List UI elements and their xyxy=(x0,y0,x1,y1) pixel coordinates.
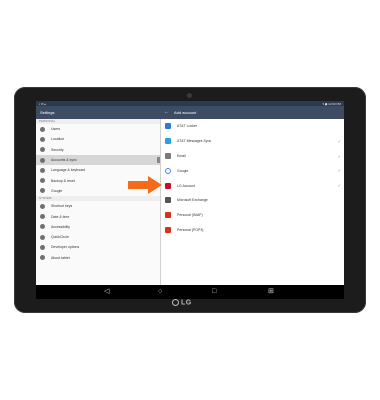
sync-check-icon: ✓ xyxy=(337,153,341,159)
settings-item-label: About tablet xyxy=(51,255,70,260)
settings-item[interactable]: Accessibility xyxy=(36,222,160,232)
account-type-item[interactable]: LG Account ✓ xyxy=(161,178,344,193)
settings-item-icon xyxy=(40,244,45,250)
orange-pointer-arrow-icon xyxy=(128,176,162,194)
lg-logo-icon xyxy=(165,182,171,189)
settings-item-icon xyxy=(40,157,45,163)
cloud-icon xyxy=(165,123,171,130)
account-type-label: Personal (POP3) xyxy=(177,227,204,232)
settings-item[interactable]: About tablet xyxy=(36,253,160,263)
settings-item-icon xyxy=(40,136,45,142)
settings-item-icon xyxy=(40,178,45,184)
back-arrow-icon[interactable]: ← xyxy=(164,109,169,115)
settings-item-icon xyxy=(40,234,45,240)
settings-item-label: Shortcut keys xyxy=(51,204,73,209)
settings-item-label: Location xyxy=(51,137,65,142)
settings-item[interactable]: QuickCircle xyxy=(36,232,160,242)
settings-item-label: Accessibility xyxy=(51,224,71,229)
account-type-label: Personal (IMAP) xyxy=(177,213,203,218)
account-type-list: AT&T Locker AT&T Messages Sync ✓ Email ✓ Goog… xyxy=(161,119,344,285)
settings-item[interactable]: Security xyxy=(36,145,160,155)
settings-item-icon xyxy=(40,167,45,173)
account-type-label: Email xyxy=(177,153,186,158)
nav-back-icon[interactable]: ◁ xyxy=(104,287,109,297)
account-type-label: AT&T Messages Sync xyxy=(177,139,212,144)
settings-item[interactable]: Date & time xyxy=(36,211,160,221)
nav-recent-icon[interactable]: □ xyxy=(212,287,216,297)
status-clock: ▾ ◼ 12:00 PM xyxy=(322,101,341,106)
exchange-icon xyxy=(165,197,171,204)
settings-item-label: Users xyxy=(51,127,61,132)
sync-check-icon: ✓ xyxy=(337,183,341,189)
account-type-item[interactable]: Personal (POP3) xyxy=(161,223,344,238)
account-type-label: Microsoft Exchange xyxy=(177,198,208,203)
settings-item[interactable]: Language & keyboard xyxy=(36,165,160,175)
settings-menu: PERSONAL Users Location Security Accounts & … xyxy=(36,119,160,285)
account-type-label: AT&T Locker xyxy=(177,124,198,129)
settings-title: Settings xyxy=(40,110,55,115)
settings-item-label: Security xyxy=(51,147,64,152)
add-account-header: ← Add account xyxy=(160,106,344,119)
nav-extra-icon[interactable]: ⊞ xyxy=(268,287,274,297)
email-icon xyxy=(165,152,171,159)
settings-item-icon xyxy=(40,188,45,194)
tablet-screen: ▪ ✉ ▴ ▾ ◼ 12:00 PM Settings ← Add accoun… xyxy=(36,101,344,299)
settings-item-label: Language & keyboard xyxy=(51,168,86,173)
sync-check-icon: ✓ xyxy=(337,138,341,144)
settings-item-icon xyxy=(40,224,45,230)
brand-text: LG xyxy=(181,299,192,307)
account-type-item[interactable]: Microsoft Exchange xyxy=(161,193,344,208)
account-type-item[interactable]: AT&T Messages Sync ✓ xyxy=(161,134,344,149)
settings-item-label: Accounts & sync xyxy=(51,158,77,163)
settings-item[interactable]: Users xyxy=(36,124,160,134)
account-type-item[interactable]: Google ✓ xyxy=(161,163,344,178)
settings-item-icon xyxy=(40,214,45,220)
gmail-icon xyxy=(165,226,171,233)
add-account-title: Add account xyxy=(174,110,197,115)
status-icons-left: ▪ ✉ ▴ xyxy=(39,101,46,106)
settings-header: Settings xyxy=(36,106,160,119)
settings-item-label: Developer options xyxy=(51,245,80,250)
settings-item[interactable]: Location xyxy=(36,134,160,144)
account-type-item[interactable]: Email ✓ xyxy=(161,149,344,164)
settings-item-icon xyxy=(40,255,45,261)
google-icon xyxy=(165,167,171,174)
settings-item-label: QuickCircle xyxy=(51,235,69,240)
lg-brand-logo: LG xyxy=(172,299,192,306)
lg-circle-icon xyxy=(172,299,179,306)
settings-item-icon xyxy=(40,203,45,209)
settings-item[interactable]: Developer options xyxy=(36,242,160,252)
settings-item-label: Date & time xyxy=(51,214,70,219)
account-type-label: Google xyxy=(177,168,189,173)
settings-item[interactable]: Shortcut keys xyxy=(36,201,160,211)
sync-check-icon: ✓ xyxy=(337,168,341,174)
gmail-icon xyxy=(165,212,171,219)
settings-item-label: Google xyxy=(51,188,63,193)
settings-item-icon xyxy=(40,147,45,153)
settings-item-label: Backup & reset xyxy=(51,178,75,183)
settings-item-icon xyxy=(40,126,45,132)
account-type-item[interactable]: Personal (IMAP) xyxy=(161,208,344,223)
nav-home-icon[interactable]: ○ xyxy=(158,287,162,297)
front-camera xyxy=(187,93,192,98)
account-type-label: LG Account xyxy=(177,183,196,188)
navigation-bar: ◁ ○ □ ⊞ xyxy=(36,285,344,299)
account-type-item[interactable]: AT&T Locker xyxy=(161,119,344,134)
settings-item[interactable]: Accounts & sync xyxy=(36,154,160,166)
att-globe-icon xyxy=(165,138,171,145)
